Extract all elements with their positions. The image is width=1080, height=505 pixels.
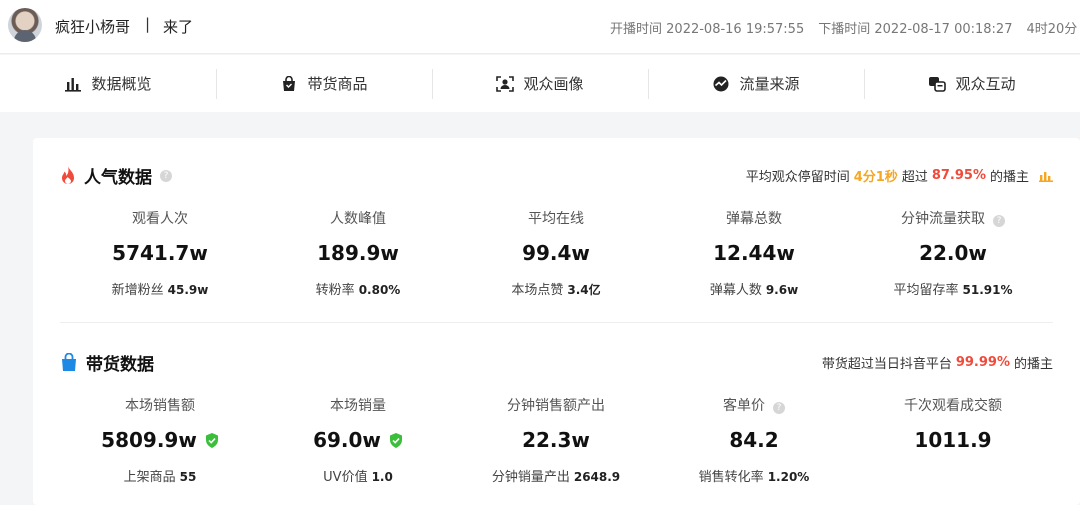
metric-value: 189.9w — [317, 241, 399, 265]
metric-label: 千次观看成交额 — [904, 398, 1002, 414]
summary-text: 平均观众停留时间 — [745, 170, 850, 185]
tab-label: 观众互动 — [955, 75, 1016, 93]
chart-icon[interactable] — [1039, 169, 1053, 182]
tab-label: 流量来源 — [739, 75, 800, 93]
section-title-text: 带货数据 — [86, 355, 154, 375]
metric-sub: 新增粉丝 45.9w — [111, 283, 209, 298]
summary-text: 超过 — [901, 170, 928, 185]
title-separator: | — [145, 15, 151, 33]
metric-label: 观看人次 — [132, 211, 188, 227]
interaction-icon — [928, 76, 947, 92]
popularity-summary: 平均观众停留时间 4分1秒 超过 87.95% 的播主 — [746, 166, 1053, 185]
metric-label: 人数峰值 — [330, 211, 386, 227]
metric-value: 22.3w — [522, 428, 590, 452]
avatar[interactable] — [8, 8, 42, 42]
bar-chart-icon — [64, 76, 82, 92]
metric-label: 本场销量 — [330, 398, 386, 414]
metric-label: 本场销售额 — [125, 398, 195, 414]
metric-sub: 转粉率 0.80% — [315, 283, 401, 298]
stay-percentile: 87.95% — [931, 168, 986, 183]
metric-avg-order-price: 客单价? 84.2 销售转化率 1.20% — [654, 395, 854, 485]
metric-sub: 本场点赞 3.4亿 — [511, 283, 601, 298]
metric-value: 22.0w — [919, 241, 987, 265]
tab-data-overview[interactable]: 数据概览 — [0, 55, 216, 112]
verified-shield-icon — [205, 432, 218, 448]
metric-label: 分钟流量获取? — [853, 208, 1053, 228]
metric-sales-volume: 本场销量 69.0w UV价值 1.0 — [258, 395, 458, 485]
summary-text: 的播主 — [989, 170, 1029, 185]
metric-sub: UV价值 1.0 — [323, 470, 393, 485]
metric-label: 分钟销售额产出 — [507, 398, 605, 414]
verified-shield-icon — [389, 432, 402, 448]
sales-summary: 带货超过当日抖音平台 99.99% 的播主 — [822, 353, 1053, 372]
summary-text: 的播主 — [1013, 357, 1053, 372]
metric-value: 5741.7w — [112, 241, 208, 265]
metric-peak-viewers: 人数峰值 189.9w 转粉率 0.80% — [258, 208, 458, 298]
end-time-label: 下播时间 2022-08-17 00:18:27 — [818, 22, 1013, 37]
tab-products[interactable]: 带货商品 — [216, 55, 432, 112]
metric-label: 弹幕总数 — [726, 211, 782, 227]
help-icon[interactable]: ? — [160, 169, 172, 182]
metric-value: 84.2 — [729, 428, 779, 452]
tab-bar: 数据概览 带货商品 观众画像 流量来源 观众互动 — [0, 55, 1080, 112]
metric-value: 5809.9w — [60, 428, 260, 452]
metric-label: 客单价? — [654, 395, 854, 415]
metric-danmaku-total: 弹幕总数 12.44w 弹幕人数 9.6w — [654, 208, 854, 298]
section-title-text: 人气数据 — [84, 168, 152, 188]
streamer-name[interactable]: 疯狂小杨哥 — [55, 16, 130, 37]
popularity-section-title: 人气数据 ? — [60, 163, 172, 188]
overview-card: 人气数据 ? 平均观众停留时间 4分1秒 超过 87.95% 的播主 观看人次 … — [33, 138, 1080, 505]
metric-avg-online: 平均在线 99.4w 本场点赞 3.4亿 — [456, 208, 656, 298]
metric-views: 观看人次 5741.7w 新增粉丝 45.9w — [60, 208, 260, 298]
duration-label: 4时20分 — [1026, 22, 1078, 37]
sales-section-title: 带货数据 — [60, 350, 154, 375]
sales-percentile: 99.99% — [955, 355, 1010, 370]
metric-sub: 分钟销量产出 2648.9 — [491, 470, 621, 485]
metric-sub: 弹幕人数 9.6w — [709, 283, 799, 298]
portrait-icon — [496, 75, 515, 92]
metric-value: 99.4w — [522, 241, 590, 265]
metric-sales-per-minute: 分钟销售额产出 22.3w 分钟销量产出 2648.9 — [456, 395, 656, 485]
tab-traffic-source[interactable]: 流量来源 — [648, 55, 864, 112]
summary-text: 带货超过当日抖音平台 — [821, 357, 952, 372]
top-bar: 疯狂小杨哥 | 来了 开播时间 2022-08-16 19:57:55 下播时间 … — [0, 0, 1080, 54]
shopping-bag-icon — [62, 353, 76, 371]
tab-audience-interaction[interactable]: 观众互动 — [864, 55, 1080, 112]
live-status-text: 来了 — [163, 18, 194, 36]
metric-label: 平均在线 — [528, 211, 584, 227]
help-icon[interactable]: ? — [993, 215, 1005, 227]
traffic-icon — [712, 76, 730, 92]
metric-sub: 上架商品 55 — [123, 470, 197, 485]
tab-audience-portrait[interactable]: 观众画像 — [432, 55, 648, 112]
tab-label: 带货商品 — [307, 75, 368, 93]
metric-value: 1011.9 — [914, 428, 992, 452]
metric-sub: 平均留存率 51.91% — [893, 283, 1013, 298]
metric-sub: 销售转化率 1.20% — [698, 470, 810, 485]
tab-label: 观众画像 — [523, 75, 584, 93]
metric-traffic-per-minute: 分钟流量获取? 22.0w 平均留存率 51.91% — [853, 208, 1053, 298]
metric-sales-amount: 本场销售额 5809.9w 上架商品 55 — [60, 395, 260, 485]
tab-label: 数据概览 — [91, 75, 152, 93]
section-divider — [60, 322, 1053, 323]
flame-icon — [62, 166, 74, 184]
metric-value: 69.0w — [258, 428, 458, 452]
broadcast-time-info: 开播时间 2022-08-16 19:57:55 下播时间 2022-08-17 … — [610, 18, 1080, 37]
shopping-bag-icon — [280, 75, 298, 92]
start-time-label: 开播时间 2022-08-16 19:57:55 — [610, 22, 805, 37]
metric-value: 12.44w — [713, 241, 795, 265]
metric-gmv-per-thousand-views: 千次观看成交额 1011.9 — [853, 395, 1053, 452]
avg-stay-time: 4分1秒 — [853, 170, 898, 185]
help-icon[interactable]: ? — [773, 402, 785, 414]
